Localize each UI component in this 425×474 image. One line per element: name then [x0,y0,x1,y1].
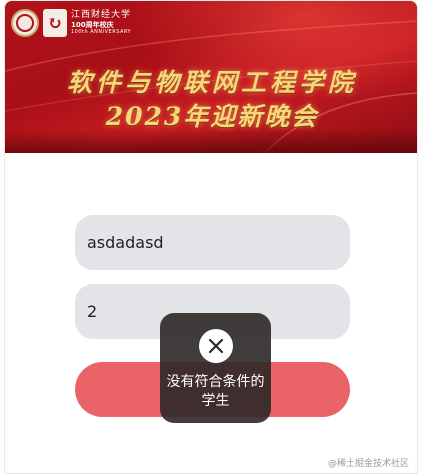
event-title-line1: 软件与物联网工程学院 [66,68,357,97]
mobile-page: ↻ 江西财经大学 100周年校庆 100th ANNIVERSARY 软件与物联… [4,0,418,474]
university-logo: ↻ 江西财经大学 100周年校庆 100th ANNIVERSARY [11,7,131,39]
anniversary-en-label: 100th ANNIVERSARY [71,29,132,35]
event-title-line2: 2023年迎新晚会 [105,102,319,131]
event-title: 软件与物联网工程学院 2023年迎新晚会 [5,67,417,133]
university-name: 江西财经大学 [71,10,132,20]
anniversary-label: 100周年校庆 [71,21,114,29]
name-input[interactable] [87,233,350,252]
close-icon [198,329,233,363]
logo-text: 江西财经大学 100周年校庆 100th ANNIVERSARY [71,11,131,35]
name-field[interactable] [75,215,350,270]
watermark: @稀土掘金技术社区 [327,459,409,469]
university-seal-icon [11,9,39,37]
header-banner: ↻ 江西财经大学 100周年校庆 100th ANNIVERSARY 软件与物联… [5,1,417,153]
toast-message: 没有符合条件的学生 [166,374,265,409]
error-toast: 没有符合条件的学生 [160,313,271,423]
anniversary-100-icon: ↻ [43,9,67,37]
